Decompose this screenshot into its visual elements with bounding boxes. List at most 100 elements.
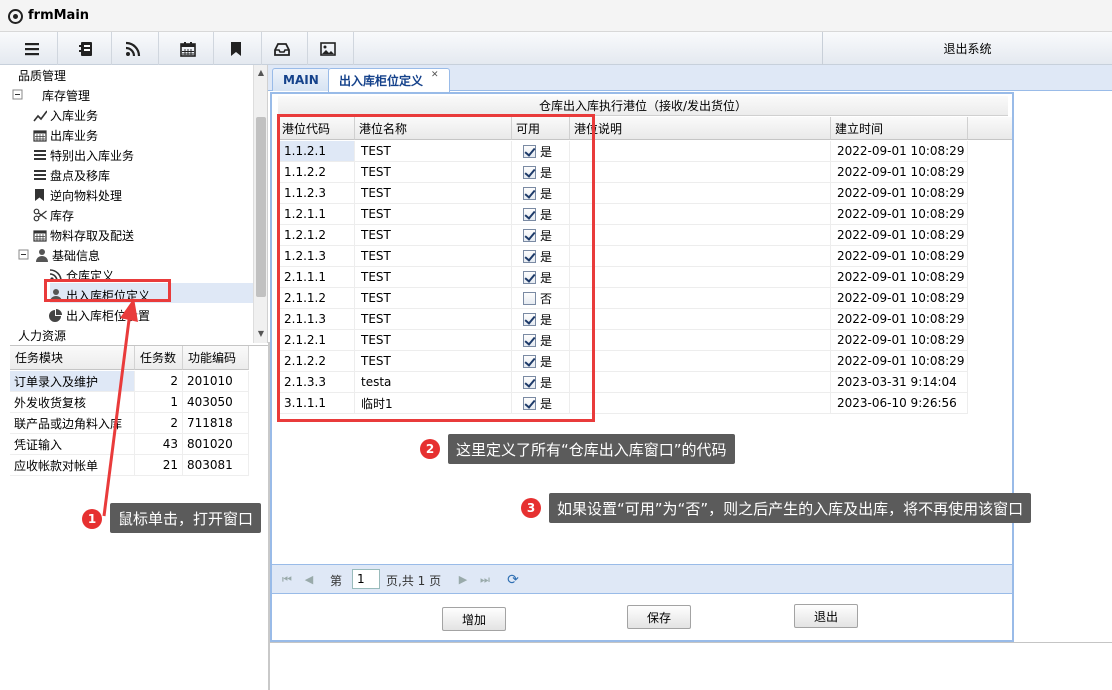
line-chart-icon	[32, 107, 48, 123]
tree-item[interactable]: 入库业务	[32, 105, 98, 125]
grid-cell-note[interactable]	[570, 330, 831, 351]
tree-item[interactable]: 盘点及移库	[32, 165, 110, 185]
tree-item-label: 库存管理	[42, 88, 91, 103]
task-grid-cell[interactable]: 711818	[183, 413, 249, 434]
grid-cell-note[interactable]	[570, 141, 831, 162]
annotation-callout-3: 如果设置“可用”为“否”，则之后产生的入库及出库，将不再使用该窗口	[549, 493, 1032, 523]
grid-cell-note[interactable]	[570, 393, 831, 414]
tree-item[interactable]: 库存管理	[10, 85, 90, 105]
grid-cell-note[interactable]	[570, 162, 831, 183]
hamburger-icon	[24, 42, 39, 55]
grid-cell-note[interactable]	[570, 267, 831, 288]
tree-item[interactable]: 人力资源	[18, 325, 66, 343]
grid-cell-note[interactable]	[570, 204, 831, 225]
grid-cell-created[interactable]: 2022-09-01 10:08:29	[831, 162, 968, 183]
bookmark-button[interactable]	[210, 32, 262, 65]
page-suffix: 页,共 1 页	[386, 574, 442, 588]
grid-cell-created[interactable]: 2022-09-01 10:08:29	[831, 351, 968, 372]
tree-item-label: 出库业务	[50, 128, 99, 143]
grid-cell-created[interactable]: 2022-09-01 10:08:29	[831, 183, 968, 204]
scroll-down-icon[interactable]: ▼	[256, 329, 266, 339]
pager: ⏮ ◀ 第 1 页,共 1 页 ▶ ⏭ ⟳	[272, 564, 1012, 594]
save-button[interactable]: 保存	[627, 605, 691, 629]
exit-button[interactable]: 退出	[794, 604, 858, 628]
tree-item[interactable]: 逆向物料处理	[32, 185, 122, 205]
calendar-button[interactable]	[162, 32, 214, 65]
annotation-highlight-grid	[277, 114, 595, 422]
grid-cell-created[interactable]: 2023-03-31 9:14:04	[831, 372, 968, 393]
tree-item-label: 库存	[50, 208, 75, 223]
tree-item[interactable]: 库存	[32, 205, 74, 225]
scissors-icon	[32, 207, 48, 223]
exit-system-button[interactable]: 退出系统	[822, 32, 1112, 65]
scroll-up-icon[interactable]: ▲	[256, 68, 266, 78]
prev-page-icon[interactable]: ◀	[302, 573, 316, 587]
phone-book-button[interactable]	[60, 32, 112, 65]
grid-cell-note[interactable]	[570, 288, 831, 309]
grid-cell-note[interactable]	[570, 183, 831, 204]
grid-cell-created[interactable]: 2022-09-01 10:08:29	[831, 330, 968, 351]
tree-item-label: 基础信息	[52, 248, 101, 263]
tree-scrollbar[interactable]: ▲ ▼	[253, 65, 267, 343]
grid-cell-created[interactable]: 2022-09-01 10:08:29	[831, 141, 968, 162]
last-page-icon[interactable]: ⏭	[478, 573, 492, 587]
close-tab-icon[interactable]: ✕	[431, 70, 439, 80]
task-grid-cell[interactable]: 403050	[183, 392, 249, 413]
scroll-thumb[interactable]	[256, 117, 266, 297]
bookmark-icon	[32, 187, 48, 203]
grid-cell-created[interactable]: 2023-06-10 9:26:56	[831, 393, 968, 414]
tree-item-label: 品质管理	[18, 68, 67, 83]
divider	[270, 642, 1112, 643]
title-bar: frmMain	[0, 0, 1112, 32]
tree-item[interactable]: 出库业务	[32, 125, 98, 145]
grid-cell-created[interactable]: 2022-09-01 10:08:29	[831, 246, 968, 267]
grid-cell-note[interactable]	[570, 351, 831, 372]
window-title: frmMain	[28, 8, 90, 23]
tab-cabinet-definition[interactable]: 出入库柜位定义 ✕	[328, 68, 450, 92]
annotation-callout-1: 鼠标单击，打开窗口	[110, 503, 262, 533]
image-button[interactable]	[302, 32, 354, 65]
annotation-callout-2: 这里定义了所有“仓库出入库窗口”的代码	[448, 434, 735, 464]
tab-main-label: MAIN	[283, 73, 319, 87]
calendar-icon	[32, 227, 48, 243]
tree-item[interactable]: 品质管理	[18, 65, 66, 85]
task-grid-header-code[interactable]: 功能编码	[183, 346, 249, 370]
first-page-icon[interactable]: ⏮	[280, 573, 294, 587]
app-logo-icon	[8, 9, 23, 24]
menu-button[interactable]	[6, 32, 58, 65]
grid-cell-created[interactable]: 2022-09-01 10:08:29	[831, 225, 968, 246]
grid-header-note[interactable]: 港位说明	[570, 117, 831, 140]
tree-item[interactable]: 物料存取及配送	[32, 225, 134, 245]
grid-cell-note[interactable]	[570, 309, 831, 330]
grid-cell-created[interactable]: 2022-09-01 10:08:29	[831, 267, 968, 288]
grid-caption: 仓库出入库执行港位（接收/发出货位）	[278, 96, 1008, 116]
task-grid-cell[interactable]: 201010	[183, 371, 249, 392]
inbox-button[interactable]	[256, 32, 308, 65]
tab-main[interactable]: MAIN	[272, 68, 330, 91]
collapse-icon[interactable]	[10, 87, 26, 103]
add-button[interactable]: 增加	[442, 607, 506, 631]
rss-button[interactable]	[107, 32, 159, 65]
task-grid-cell[interactable]: 801020	[183, 434, 249, 455]
next-page-icon[interactable]: ▶	[456, 573, 470, 587]
collapse-icon[interactable]	[16, 247, 32, 263]
tree-item-label: 入库业务	[50, 108, 99, 123]
bookmark-icon	[230, 41, 241, 56]
grid-cell-note[interactable]	[570, 225, 831, 246]
grid-cell-created[interactable]: 2022-09-01 10:08:29	[831, 204, 968, 225]
grid-cell-note[interactable]	[570, 372, 831, 393]
page-number-input[interactable]: 1	[352, 569, 380, 589]
list-icon	[32, 147, 48, 163]
image-icon	[319, 41, 336, 56]
grid-cell-note[interactable]	[570, 246, 831, 267]
grid-header-created[interactable]: 建立时间	[831, 117, 968, 140]
task-grid-cell[interactable]: 803081	[183, 455, 249, 476]
grid-header-filler	[968, 117, 1012, 140]
pie-chart-icon	[48, 307, 64, 323]
grid-cell-created[interactable]: 2022-09-01 10:08:29	[831, 309, 968, 330]
rss-icon	[125, 41, 140, 56]
grid-cell-created[interactable]: 2022-09-01 10:08:29	[831, 288, 968, 309]
refresh-icon[interactable]: ⟳	[506, 573, 520, 587]
tree-item[interactable]: 基础信息	[16, 245, 100, 265]
tree-item[interactable]: 特别出入库业务	[32, 145, 134, 165]
